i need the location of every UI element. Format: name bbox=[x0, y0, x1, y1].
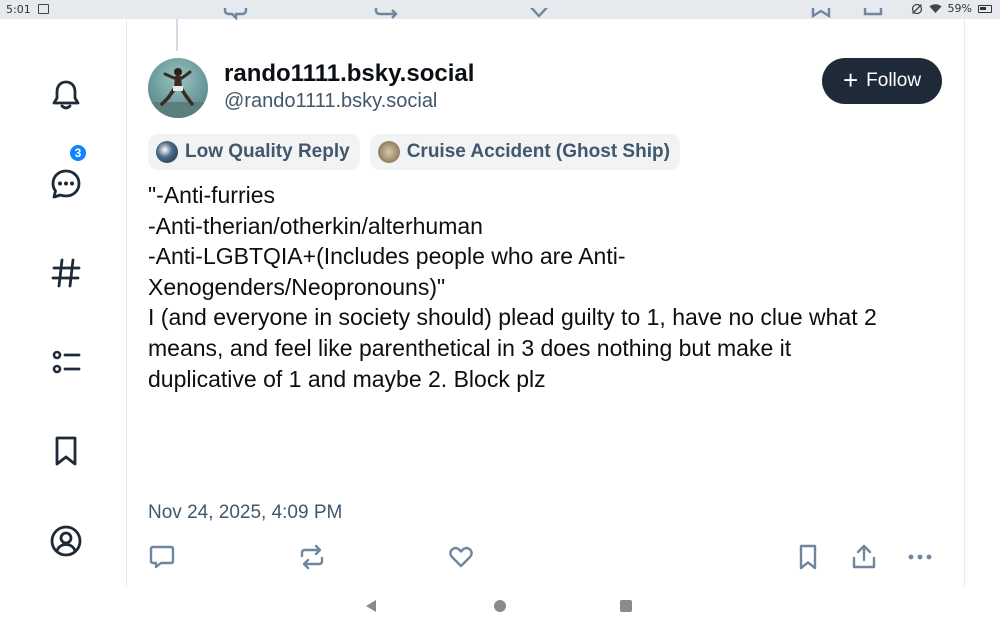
label-chip-cruise-accident[interactable]: Cruise Accident (Ghost Ship) bbox=[369, 134, 680, 170]
post-body-paragraph: I (and everyone in society should) plead… bbox=[148, 304, 877, 392]
nav-feeds[interactable] bbox=[46, 253, 86, 293]
back-icon[interactable] bbox=[366, 600, 376, 612]
avatar-figure-icon bbox=[148, 68, 208, 118]
author-handle[interactable]: @rando1111.bsky.social bbox=[224, 90, 437, 113]
labeler-avatar-icon bbox=[377, 141, 400, 163]
share-button[interactable] bbox=[848, 541, 880, 573]
label-chip-low-quality[interactable]: Low Quality Reply bbox=[148, 134, 360, 170]
author-display-name[interactable]: rando1111.bsky.social bbox=[224, 60, 474, 88]
labeler-avatar-icon bbox=[156, 141, 178, 163]
bookmark-icon[interactable] bbox=[810, 8, 832, 20]
post-body: "-Anti-furries -Anti-therian/otherkin/al… bbox=[148, 180, 948, 394]
share-icon[interactable] bbox=[862, 8, 884, 20]
repost-icon[interactable] bbox=[372, 8, 402, 20]
bookmark-icon bbox=[799, 544, 817, 570]
post-labels: Low Quality Reply Cruise Accident (Ghost… bbox=[148, 134, 680, 170]
system-navigation-bar bbox=[0, 587, 1000, 625]
left-navigation bbox=[0, 19, 126, 587]
recents-icon[interactable] bbox=[620, 600, 632, 612]
nav-lists[interactable] bbox=[46, 342, 86, 382]
post-timestamp[interactable]: Nov 24, 2025, 4:09 PM bbox=[148, 502, 342, 524]
post-body-paragraph: -Anti-therian/otherkin/alterhuman bbox=[148, 212, 483, 239]
bookmark-icon bbox=[55, 436, 77, 466]
list-icon bbox=[52, 350, 81, 374]
post-action-bar bbox=[0, 541, 1000, 575]
like-icon[interactable] bbox=[526, 8, 552, 20]
hashtag-icon bbox=[51, 258, 81, 288]
column-divider bbox=[964, 19, 965, 587]
home-icon[interactable] bbox=[494, 600, 506, 612]
previous-post-actions bbox=[0, 8, 1000, 20]
follow-button[interactable]: + Follow bbox=[822, 58, 942, 104]
column-divider bbox=[126, 19, 127, 587]
like-button[interactable] bbox=[445, 541, 477, 573]
chat-icon bbox=[51, 169, 81, 199]
repost-button[interactable] bbox=[296, 541, 328, 573]
heart-icon bbox=[449, 546, 473, 568]
nav-chat[interactable] bbox=[46, 164, 86, 204]
label-text: Cruise Accident (Ghost Ship) bbox=[406, 141, 670, 162]
nav-notifications[interactable] bbox=[46, 75, 86, 115]
share-icon bbox=[852, 544, 876, 569]
bookmark-button[interactable] bbox=[792, 541, 824, 573]
follow-label: Follow bbox=[866, 70, 922, 91]
avatar[interactable] bbox=[148, 58, 208, 118]
label-text: Low Quality Reply bbox=[185, 141, 350, 162]
repost-icon bbox=[300, 544, 324, 570]
thread-connector-line bbox=[176, 19, 178, 51]
post-body-paragraph: -Anti-LGBTQIA+(Includes people who are A… bbox=[148, 243, 626, 300]
more-options-button[interactable] bbox=[904, 541, 936, 573]
plus-icon: + bbox=[842, 64, 859, 95]
post-body-paragraph: "-Anti-furries bbox=[148, 182, 276, 208]
chat-unread-badge: 3 bbox=[68, 143, 88, 163]
bell-icon bbox=[52, 80, 80, 110]
nav-saved[interactable] bbox=[46, 431, 86, 471]
reply-icon bbox=[149, 545, 175, 569]
reply-button[interactable] bbox=[146, 541, 178, 573]
reply-icon[interactable] bbox=[222, 8, 248, 20]
more-horizontal-icon bbox=[908, 554, 932, 560]
